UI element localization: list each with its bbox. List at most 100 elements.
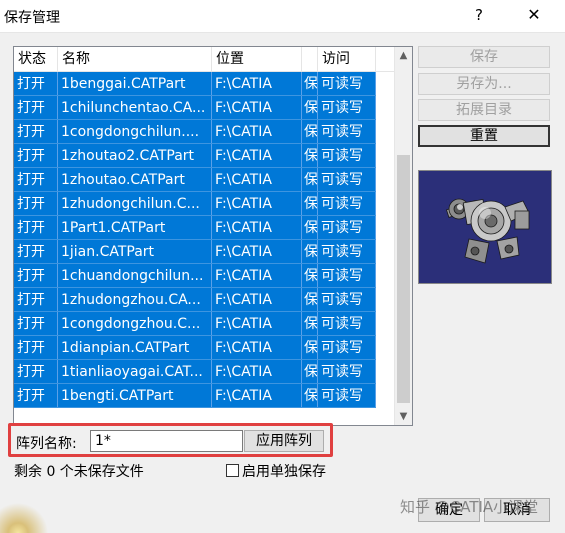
cell-name: 1Part1.CATPart	[58, 216, 212, 240]
cell-access: 可读写	[318, 192, 376, 216]
cell-status: 打开	[14, 240, 58, 264]
table-row[interactable]: 打开 1bengti.CATPart F:\CATIA 保可读写	[14, 384, 376, 408]
cell-type: 保	[302, 120, 318, 144]
help-button[interactable]: ?	[468, 4, 490, 26]
independent-save-option[interactable]: 启用单独保存	[226, 461, 326, 481]
apply-array-button[interactable]: 应用阵列	[244, 430, 324, 452]
cell-location: F:\CATIA	[212, 336, 302, 360]
extend-directory-button[interactable]: 拓展目录	[418, 99, 550, 121]
scroll-thumb[interactable]	[397, 155, 410, 403]
save-as-button[interactable]: 另存为...	[418, 73, 550, 95]
reset-button[interactable]: 重置	[418, 125, 550, 147]
table-row[interactable]: 打开 1chuandongchilun... F:\CATIA 保可读写	[14, 264, 376, 288]
pump-assembly-icon	[445, 198, 530, 264]
cell-access: 可读写	[318, 216, 376, 240]
cell-name: 1bengti.CATPart	[58, 384, 212, 408]
cell-access: 可读写	[318, 312, 376, 336]
cell-type: 保	[302, 288, 318, 312]
cell-name: 1tianliaoyagai.CAT...	[58, 360, 212, 384]
cell-type: 保	[302, 384, 318, 408]
cell-name: 1zhudongchilun.C...	[58, 192, 212, 216]
cell-name: 1jian.CATPart	[58, 240, 212, 264]
cell-access: 可读写	[318, 168, 376, 192]
cell-name: 1congdongzhou.C...	[58, 312, 212, 336]
row-divider	[14, 407, 376, 408]
vertical-scrollbar[interactable]: ▲ ▼	[394, 47, 412, 425]
table-row[interactable]: 打开 1congdongchilun.... F:\CATIA 保可读写	[14, 120, 376, 144]
table-row[interactable]: 打开 1zhudongzhou.CA... F:\CATIA 保可读写	[14, 288, 376, 312]
title-bar: 保存管理 ? ✕	[0, 0, 565, 33]
cell-access: 可读写	[318, 264, 376, 288]
cell-location: F:\CATIA	[212, 96, 302, 120]
corner-glow	[0, 500, 50, 533]
cell-location: F:\CATIA	[212, 216, 302, 240]
table-row[interactable]: 打开 1zhoutao2.CATPart F:\CATIA 保可读写	[14, 144, 376, 168]
cell-name: 1chuandongchilun...	[58, 264, 212, 288]
table-row[interactable]: 打开 1zhoutao.CATPart F:\CATIA 保可读写	[14, 168, 376, 192]
table-row[interactable]: 打开 1chilunchentao.CA... F:\CATIA 保可读写	[14, 96, 376, 120]
cell-status: 打开	[14, 216, 58, 240]
cell-name: 1zhudongzhou.CA...	[58, 288, 212, 312]
cell-access: 可读写	[318, 120, 376, 144]
part-preview	[418, 170, 552, 284]
independent-save-label: 启用单独保存	[242, 464, 326, 480]
cell-status: 打开	[14, 72, 58, 96]
cell-location: F:\CATIA	[212, 384, 302, 408]
cell-type: 保	[302, 144, 318, 168]
cell-access: 可读写	[318, 240, 376, 264]
cell-access: 可读写	[318, 288, 376, 312]
cell-status: 打开	[14, 360, 58, 384]
cell-status: 打开	[14, 384, 58, 408]
cell-type: 保	[302, 96, 318, 120]
cell-location: F:\CATIA	[212, 288, 302, 312]
scroll-up-icon[interactable]: ▲	[395, 47, 412, 64]
cell-type: 保	[302, 192, 318, 216]
cell-name: 1benggai.CATPart	[58, 72, 212, 96]
cell-status: 打开	[14, 96, 58, 120]
window-title: 保存管理	[4, 10, 60, 26]
cell-name: 1congdongchilun....	[58, 120, 212, 144]
cell-location: F:\CATIA	[212, 312, 302, 336]
cell-location: F:\CATIA	[212, 120, 302, 144]
column-header-access[interactable]: 访问	[318, 47, 376, 71]
array-name-section: 阵列名称: 应用阵列	[8, 423, 333, 457]
cell-name: 1chilunchentao.CA...	[58, 96, 212, 120]
cell-status: 打开	[14, 120, 58, 144]
table-row[interactable]: 打开 1congdongzhou.C... F:\CATIA 保可读写	[14, 312, 376, 336]
scroll-down-icon[interactable]: ▼	[395, 408, 412, 425]
cell-status: 打开	[14, 336, 58, 360]
cell-location: F:\CATIA	[212, 144, 302, 168]
save-button[interactable]: 保存	[418, 46, 550, 68]
watermark: 知乎 @CATIA小课堂	[400, 498, 539, 516]
cell-type: 保	[302, 168, 318, 192]
array-name-input[interactable]	[90, 430, 243, 452]
table-row[interactable]: 打开 1tianliaoyagai.CAT... F:\CATIA 保可读写	[14, 360, 376, 384]
remaining-files-status: 剩余 0 个未保存文件	[14, 464, 144, 480]
independent-save-checkbox[interactable]	[226, 464, 239, 477]
cell-access: 可读写	[318, 384, 376, 408]
file-list[interactable]: 状态 名称 位置 访问 打开 1benggai.CATPart F:\CATIA 保可…	[13, 46, 413, 426]
cell-location: F:\CATIA	[212, 240, 302, 264]
cell-location: F:\CATIA	[212, 192, 302, 216]
cell-location: F:\CATIA	[212, 168, 302, 192]
table-row[interactable]: 打开 1benggai.CATPart F:\CATIA 保可读写	[14, 72, 376, 96]
cell-access: 可读写	[318, 336, 376, 360]
cell-name: 1zhoutao.CATPart	[58, 168, 212, 192]
close-button[interactable]: ✕	[520, 4, 548, 26]
column-header-name[interactable]: 名称	[58, 47, 212, 71]
table-row[interactable]: 打开 1Part1.CATPart F:\CATIA 保可读写	[14, 216, 376, 240]
cell-name: 1dianpian.CATPart	[58, 336, 212, 360]
cell-type: 保	[302, 240, 318, 264]
table-row[interactable]: 打开 1jian.CATPart F:\CATIA 保可读写	[14, 240, 376, 264]
array-name-label: 阵列名称:	[16, 436, 77, 452]
table-row[interactable]: 打开 1dianpian.CATPart F:\CATIA 保可读写	[14, 336, 376, 360]
cell-access: 可读写	[318, 72, 376, 96]
cell-access: 可读写	[318, 360, 376, 384]
cell-access: 可读写	[318, 144, 376, 168]
column-header-type[interactable]	[302, 47, 318, 71]
column-header-status[interactable]: 状态	[14, 47, 58, 71]
column-header-location[interactable]: 位置	[212, 47, 302, 71]
table-row[interactable]: 打开 1zhudongchilun.C... F:\CATIA 保可读写	[14, 192, 376, 216]
cell-type: 保	[302, 72, 318, 96]
cell-type: 保	[302, 312, 318, 336]
